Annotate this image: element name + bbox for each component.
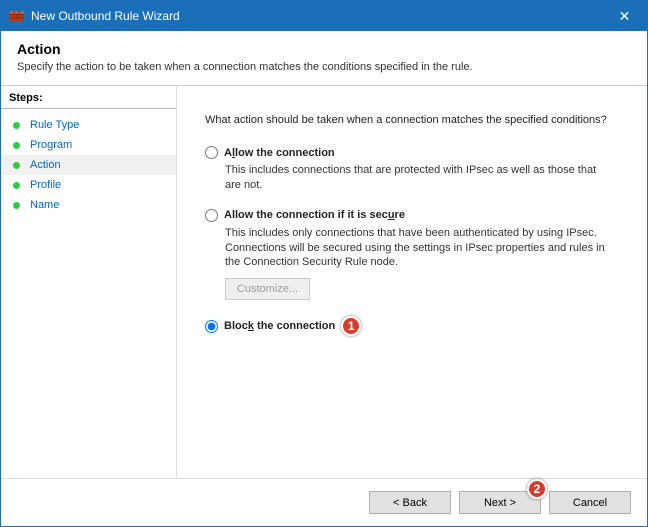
page-title: Action [17, 41, 631, 57]
bullet-icon [13, 182, 20, 189]
step-program[interactable]: Program [1, 135, 176, 155]
step-link[interactable]: Profile [30, 179, 61, 191]
option-row: Allow the connection [205, 146, 619, 159]
option-desc: This includes connections that are prote… [225, 163, 605, 193]
action-option-2: Block the connection 1 [205, 316, 619, 336]
option-desc: This includes only connections that have… [225, 226, 605, 271]
customize-button: Customize... [225, 278, 310, 300]
bullet-icon [13, 142, 20, 149]
wizard-header: Action Specify the action to be taken wh… [1, 31, 647, 86]
back-button[interactable]: < Back [369, 491, 451, 514]
step-action[interactable]: Action [1, 155, 176, 175]
action-option-1: Allow the connection if it is secure This… [205, 209, 619, 301]
step-rule-type[interactable]: Rule Type [1, 115, 176, 135]
wizard-content: What action should be taken when a conne… [177, 86, 647, 478]
callout-1: 1 [341, 316, 361, 336]
callout-2: 2 [527, 479, 547, 499]
page-subtitle: Specify the action to be taken when a co… [17, 61, 631, 73]
bullet-icon [13, 202, 20, 209]
next-button-wrap: Next > 2 [459, 491, 541, 514]
cancel-button[interactable]: Cancel [549, 491, 631, 514]
option-row: Block the connection 1 [205, 316, 619, 336]
firewall-icon [9, 8, 25, 24]
steps-sidebar: Steps: Rule Type Program Action Profile Name [1, 86, 177, 478]
close-button[interactable]: ✕ [602, 1, 647, 31]
bullet-icon [13, 122, 20, 129]
step-link[interactable]: Rule Type [30, 119, 79, 131]
titlebar: New Outbound Rule Wizard ✕ [1, 1, 647, 31]
action-radio-1[interactable] [205, 209, 218, 222]
wizard-body: Steps: Rule Type Program Action Profile Name… [1, 86, 647, 478]
question-text: What action should be taken when a conne… [205, 114, 619, 126]
action-radio-2[interactable] [205, 320, 218, 333]
step-link[interactable]: Program [30, 139, 72, 151]
action-option-0: Allow the connection This includes connec… [205, 146, 619, 193]
bullet-icon [13, 162, 20, 169]
step-profile[interactable]: Profile [1, 175, 176, 195]
window-title: New Outbound Rule Wizard [31, 9, 602, 23]
separator [1, 108, 176, 109]
steps-heading: Steps: [1, 90, 176, 106]
step-name[interactable]: Name [1, 195, 176, 215]
option-label[interactable]: Allow the connection if it is secure [224, 209, 405, 221]
step-link[interactable]: Action [30, 159, 61, 171]
wizard-footer: < Back Next > 2 Cancel [1, 478, 647, 526]
option-label[interactable]: Block the connection [224, 320, 335, 332]
option-row: Allow the connection if it is secure [205, 209, 619, 222]
action-radio-0[interactable] [205, 146, 218, 159]
step-link[interactable]: Name [30, 199, 59, 211]
wizard-window: New Outbound Rule Wizard ✕ Action Specif… [0, 0, 648, 527]
option-label[interactable]: Allow the connection [224, 147, 335, 159]
